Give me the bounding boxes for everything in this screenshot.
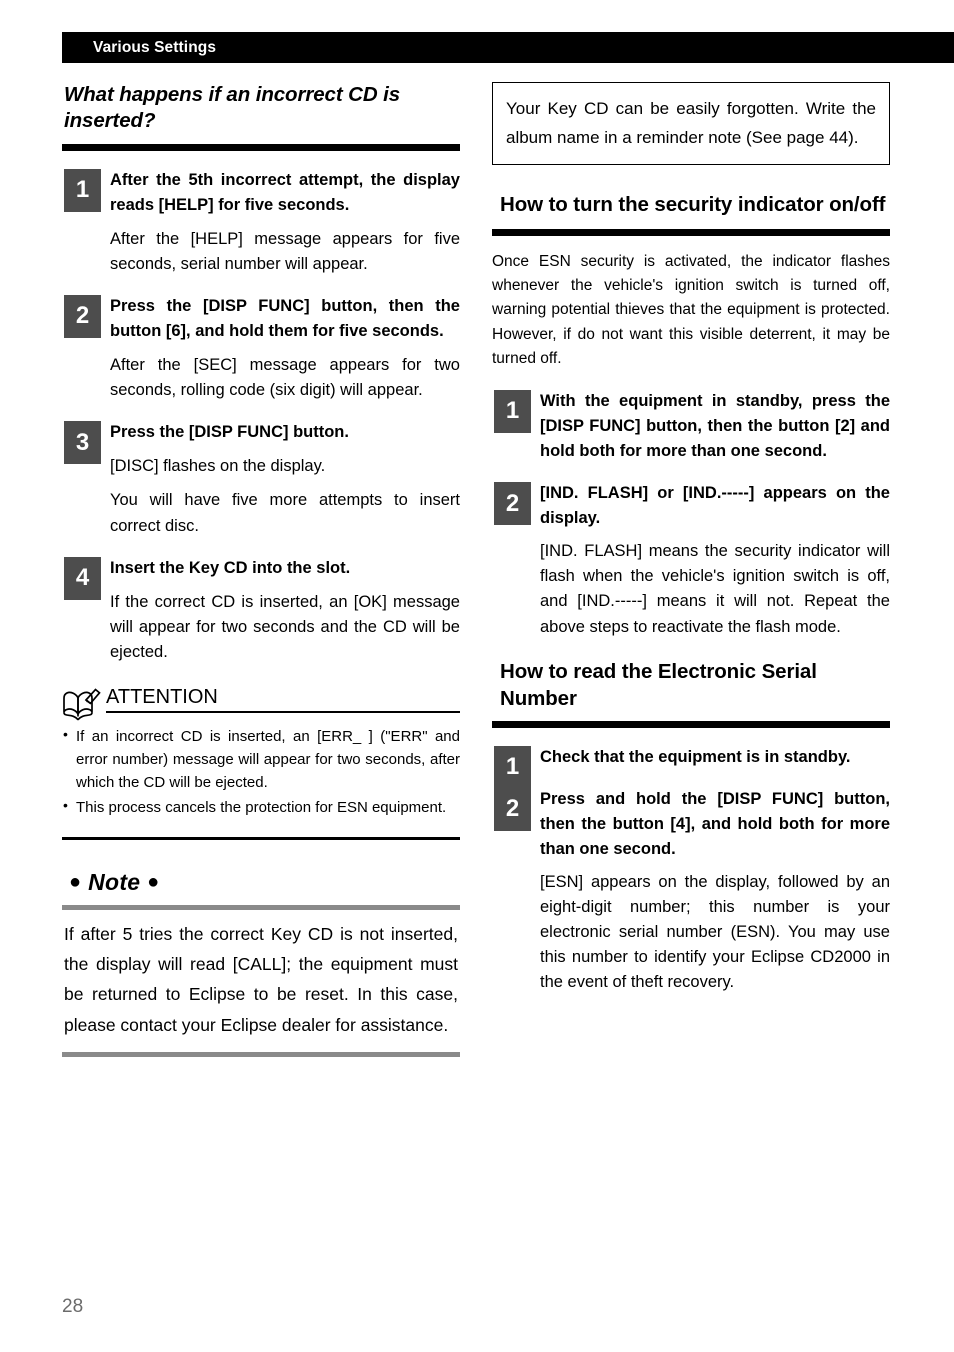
- note-title-text: Note: [88, 869, 141, 896]
- step-body: After the [HELP] message appears for fiv…: [110, 229, 460, 273]
- step-body: [DISC] flashes on the display.: [110, 457, 326, 476]
- step-title: Check that the equipment is in standby.: [540, 747, 851, 766]
- list-item: If an incorrect CD is inserted, an [ERR_…: [62, 724, 460, 795]
- note-bottom-rule: [62, 1051, 460, 1057]
- step-item: 4 Insert the Key CD into the slot. If th…: [62, 556, 460, 665]
- step-title: Press the [DISP FUNC] button, then the b…: [110, 296, 460, 341]
- step-item: 1 After the 5th incorrect attempt, the d…: [62, 168, 460, 277]
- step-body: You will have five more attempts to inse…: [110, 491, 460, 535]
- attention-underline: [106, 710, 460, 714]
- step-item: 1 With the equipment in standby, press t…: [492, 389, 890, 464]
- heading-rule: [492, 228, 890, 236]
- attention-bottom-rule: [62, 836, 460, 841]
- note-body: If after 5 tries the correct Key CD is n…: [64, 923, 458, 1035]
- book-pencil-icon: [62, 687, 104, 721]
- attention-block: ATTENTION If an incorrect CD is inserted…: [62, 685, 460, 841]
- note-title: ● Note ●: [69, 870, 460, 895]
- heading-rule: [492, 720, 890, 728]
- step-body: [IND. FLASH] means the security indicato…: [540, 542, 890, 636]
- step-body: If the correct CD is inserted, an [OK] m…: [110, 592, 460, 661]
- step-item: 1 Check that the equipment is in standby…: [492, 745, 890, 789]
- heading-rule: [62, 143, 460, 151]
- note-block: ● Note ● If after 5 tries the correct Ke…: [62, 870, 460, 1057]
- attention-list: If an incorrect CD is inserted, an [ERR_…: [62, 724, 460, 819]
- step-number-badge: 1: [64, 168, 101, 212]
- right-section-2-heading: How to read the Electronic Serial Number: [500, 659, 817, 710]
- attention-label: ATTENTION: [106, 685, 218, 708]
- left-column: What happens if an incorrect CD is inser…: [62, 82, 460, 1057]
- step-item: 2 [IND. FLASH] or [IND.-----] appears on…: [492, 481, 890, 639]
- step-number-badge: 2: [64, 294, 101, 338]
- step-number-badge: 2: [494, 787, 531, 831]
- note-bullet-right-icon: ●: [147, 871, 160, 894]
- step-number-badge: 1: [494, 389, 531, 433]
- step-title: Press and hold the [DISP FUNC] button, t…: [540, 789, 890, 858]
- list-item: This process cancels the protection for …: [62, 795, 460, 819]
- page-number: 28: [62, 1296, 84, 1317]
- step-number-badge: 4: [64, 556, 101, 600]
- step-title: Insert the Key CD into the slot.: [110, 558, 351, 577]
- step-title: [IND. FLASH] or [IND.-----] appears on t…: [540, 484, 890, 528]
- step-body: [ESN] appears on the display, followed b…: [540, 873, 890, 992]
- right-column: Your Key CD can be easily forgotten. Wri…: [492, 82, 890, 995]
- page-header-title: Various Settings: [93, 38, 217, 56]
- step-item: 3 Press the [DISP FUNC] button. [DISC] f…: [62, 420, 460, 538]
- step-number-badge: 3: [64, 421, 101, 465]
- left-section-heading: What happens if an incorrect CD is inser…: [64, 83, 401, 132]
- page-header-bar: Various Settings: [62, 32, 954, 63]
- step-item: 2 Press and hold the [DISP FUNC] button,…: [492, 787, 890, 996]
- note-top-rule: [62, 904, 460, 910]
- attention-header: ATTENTION: [62, 685, 460, 721]
- note-bullet-left-icon: ●: [69, 871, 82, 894]
- step-title: With the equipment in standby, press the…: [540, 391, 890, 461]
- step-number-badge: 1: [494, 745, 531, 789]
- reminder-callout-box: Your Key CD can be easily forgotten. Wri…: [492, 82, 890, 166]
- step-body: After the [SEC] message appears for two …: [110, 356, 460, 400]
- step-number-badge: 2: [494, 482, 531, 526]
- step-title: Press the [DISP FUNC] button.: [110, 423, 349, 442]
- right-section-1-heading: How to turn the security indicator on/of…: [500, 193, 886, 217]
- section-1-intro: Once ESN security is activated, the indi…: [492, 252, 890, 368]
- step-title: After the 5th incorrect attempt, the dis…: [110, 170, 460, 214]
- step-item: 2 Press the [DISP FUNC] button, then the…: [62, 294, 460, 403]
